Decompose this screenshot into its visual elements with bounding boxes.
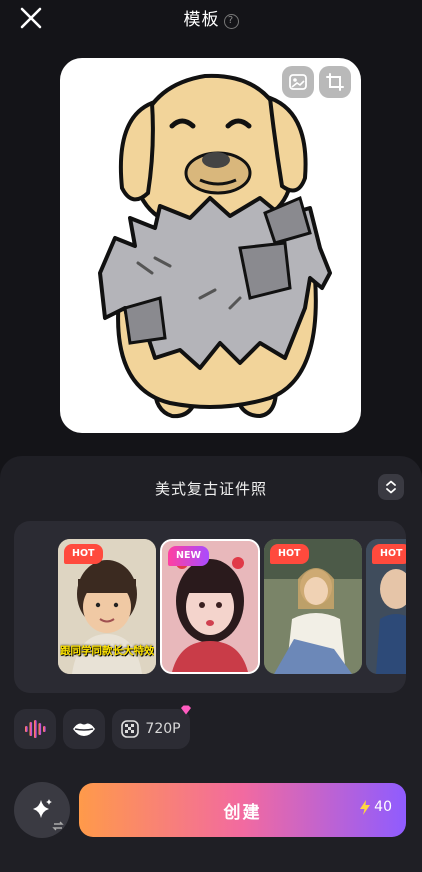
hot-badge: HOT xyxy=(270,544,309,564)
expand-icon xyxy=(386,480,396,494)
hot-badge: HOT xyxy=(372,544,406,564)
resolution-icon xyxy=(121,720,140,738)
vip-gem-icon xyxy=(181,705,191,715)
new-badge: NEW xyxy=(168,546,209,566)
resolution-button[interactable]: 720P xyxy=(112,705,191,749)
hot-badge: HOT xyxy=(64,544,103,564)
expand-button[interactable] xyxy=(378,474,404,500)
image-swap-icon xyxy=(289,74,307,90)
template-card-selected[interactable]: NEW xyxy=(160,539,260,674)
page-title: 模板 xyxy=(183,10,220,30)
lip-sync-button[interactable] xyxy=(63,709,105,749)
template-card[interactable]: HOT 跟同学同款长大特效 xyxy=(58,539,156,674)
create-button[interactable]: 创建 40 xyxy=(79,783,406,837)
template-card[interactable]: HOT xyxy=(264,539,362,674)
template-caption: 跟同学同款长大特效 xyxy=(60,645,154,657)
preview-image xyxy=(60,58,361,433)
crop-icon xyxy=(326,73,344,91)
top-bar: 模板? xyxy=(0,0,422,34)
template-card[interactable]: HOT xyxy=(366,539,406,674)
lips-icon xyxy=(73,723,95,736)
crop-button[interactable] xyxy=(319,66,351,98)
dog-illustration xyxy=(98,73,332,419)
swap-icon xyxy=(52,821,64,831)
resolution-label: 720P xyxy=(145,721,181,737)
lightning-icon xyxy=(360,799,371,815)
voice-button[interactable] xyxy=(14,709,56,749)
image-swap-button[interactable] xyxy=(282,66,314,98)
template-carousel[interactable]: HOT 跟同学同款长大特效 NEW HOT HOT xyxy=(14,521,406,693)
cost-indicator: 40 xyxy=(359,799,392,815)
help-icon[interactable]: ? xyxy=(223,14,239,29)
cost-value: 40 xyxy=(374,799,392,815)
template-panel: 美式复古证件照 HOT 跟同学同款长大特效 NEW HOT HOT 720P 创… xyxy=(0,456,422,872)
page-title-wrap: 模板? xyxy=(0,5,422,30)
voice-wave-icon xyxy=(25,720,46,738)
magic-switch-button[interactable] xyxy=(14,782,70,838)
template-name: 美式复古证件照 xyxy=(154,480,267,498)
create-label: 创建 xyxy=(223,803,262,823)
